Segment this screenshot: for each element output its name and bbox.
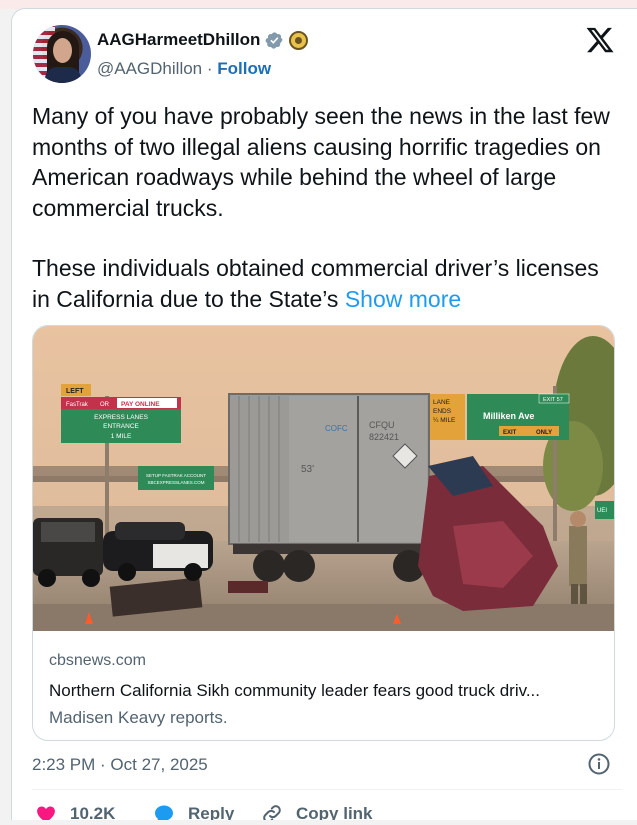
tweet-paragraph-2-text: These individuals obtained commercial dr… xyxy=(32,255,599,312)
verified-badge-icon xyxy=(266,31,284,49)
sign-or: OR xyxy=(100,402,110,408)
sign-left: LEFT xyxy=(66,388,84,395)
handle-separator: · xyxy=(206,59,213,78)
tweet-timestamp[interactable]: 2:23 PM · Oct 27, 2025 xyxy=(32,755,208,775)
sign-exit-only-2: ONLY xyxy=(536,430,552,436)
tweet-card: AAGHarmeetDhillon @AAGDhillon · Follow M… xyxy=(11,8,637,825)
sign-fastrak: FasTrak xyxy=(66,402,89,408)
sign-entrance: ENTRANCE xyxy=(103,423,139,430)
link-domain[interactable]: cbsnews.com xyxy=(49,652,146,670)
show-more-link[interactable]: Show more xyxy=(345,286,461,312)
actions-divider xyxy=(32,789,622,790)
sign-lane-ends-3: ¼ MILE xyxy=(433,417,456,424)
author-handle[interactable]: @AAGDhillon xyxy=(97,59,202,78)
author-name-row: AAGHarmeetDhillon xyxy=(97,30,309,50)
sign-exit-number: EXIT 57 xyxy=(543,397,563,403)
follow-button[interactable]: Follow xyxy=(217,59,271,78)
info-icon[interactable] xyxy=(587,752,611,776)
sign-lane-ends-1: LANE xyxy=(433,399,451,406)
container-brand: COFC xyxy=(325,424,348,433)
sign-right: UEI xyxy=(597,508,607,514)
bottom-edge xyxy=(11,820,637,825)
sign-setup-2: SBCEXPRESSLANES.COM xyxy=(147,480,204,485)
sign-pay-online: PAY ONLINE xyxy=(121,401,160,408)
author-name[interactable]: AAGHarmeetDhillon xyxy=(97,30,260,50)
sign-express-lanes: EXPRESS LANES xyxy=(94,414,148,421)
link-description: Madisen Keavy reports. xyxy=(49,708,228,727)
government-seal-icon xyxy=(289,30,309,50)
container-number: 822421 xyxy=(369,432,399,442)
author-handle-row: @AAGDhillon · Follow xyxy=(97,59,271,79)
sign-exit-only-1: EXIT xyxy=(503,430,517,436)
tweet-text: Many of you have probably seen the news … xyxy=(32,101,622,314)
sign-lane-ends-2: ENDS xyxy=(433,408,452,415)
link-title[interactable]: Northern California Sikh community leade… xyxy=(49,681,540,701)
link-preview-card[interactable]: LEFT FasTrak OR PAY ONLINE EXPRESS LANES… xyxy=(32,325,615,741)
author-avatar[interactable] xyxy=(33,25,91,83)
container-code: CFQU xyxy=(369,420,395,430)
sign-setup-1: SETUP FASTRAK ACCOUNT xyxy=(146,473,206,478)
news-image[interactable]: LEFT FasTrak OR PAY ONLINE EXPRESS LANES… xyxy=(33,326,615,631)
sign-milliken: Milliken Ave xyxy=(483,411,534,421)
trailer-number: 53' xyxy=(301,464,314,475)
x-logo-icon[interactable] xyxy=(585,25,615,55)
tweet-paragraph-1: Many of you have probably seen the news … xyxy=(32,103,610,221)
sign-distance: 1 MILE xyxy=(111,433,132,440)
tweet-paragraph-2: These individuals obtained commercial dr… xyxy=(32,253,622,314)
